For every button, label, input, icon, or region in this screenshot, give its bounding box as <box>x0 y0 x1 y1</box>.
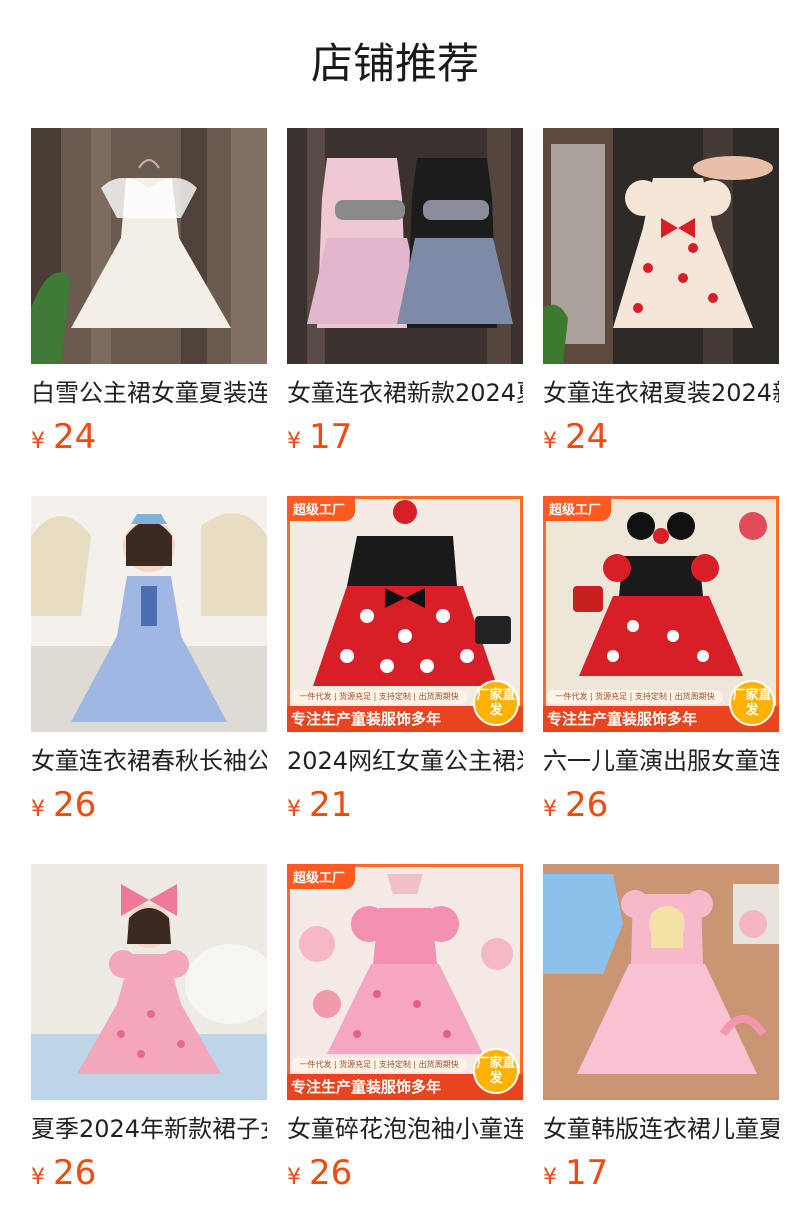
product-name[interactable]: 女童韩版连衣裙儿童夏装 <box>543 1113 779 1145</box>
super-factory-badge: 超级工厂 <box>287 864 356 889</box>
product-image[interactable]: 超级工厂 一件代发 | 货源充足 | 支持定制 | 出货周期快 专注生产童装服饰… <box>287 496 523 732</box>
product-image[interactable] <box>31 128 267 364</box>
factory-direct-badge: 厂家直发 <box>473 680 519 726</box>
product-price: ¥17 <box>543 1153 609 1193</box>
product-price: ¥24 <box>543 417 609 457</box>
factory-direct-badge: 厂家直发 <box>729 680 775 726</box>
product-name[interactable]: 女童碎花泡泡袖小童连衣裙 <box>287 1113 523 1145</box>
section-title: 店铺推荐 <box>310 39 479 88</box>
product-image[interactable] <box>543 128 779 364</box>
product-name[interactable]: 六一儿童演出服女童连衣裙 <box>543 745 779 777</box>
promo-subtitle: 一件代发 | 货源充足 | 支持定制 | 出货周期快 <box>291 1058 467 1072</box>
product-card[interactable]: 女童连衣裙新款2024夏季 ¥17 <box>287 128 523 463</box>
super-factory-badge: 超级工厂 <box>543 496 612 521</box>
promo-subtitle: 一件代发 | 货源充足 | 支持定制 | 出货周期快 <box>547 690 723 704</box>
product-card[interactable]: 女童连衣裙春秋长袖公主裙 ¥26 <box>31 496 267 831</box>
product-image[interactable] <box>543 864 779 1100</box>
product-price: ¥17 <box>287 417 353 457</box>
promo-subtitle: 一件代发 | 货源充足 | 支持定制 | 出货周期快 <box>291 690 467 704</box>
product-name[interactable]: 女童连衣裙春秋长袖公主裙 <box>31 745 267 777</box>
product-card[interactable]: 超级工厂 一件代发 | 货源充足 | 支持定制 | 出货周期快 专注生产童装服饰… <box>287 496 523 831</box>
product-name[interactable]: 白雪公主裙女童夏装连衣裙 <box>31 377 267 409</box>
product-price: ¥26 <box>31 1153 97 1193</box>
product-card[interactable]: 超级工厂 一件代发 | 货源充足 | 支持定制 | 出货周期快 专注生产童装服饰… <box>543 496 779 831</box>
product-image[interactable]: 超级工厂 一件代发 | 货源充足 | 支持定制 | 出货周期快 专注生产童装服饰… <box>543 496 779 732</box>
product-card[interactable]: 白雪公主裙女童夏装连衣裙 ¥24 <box>31 128 267 463</box>
product-price: ¥21 <box>287 785 353 825</box>
product-price: ¥24 <box>31 417 97 457</box>
product-image[interactable]: 超级工厂 一件代发 | 货源充足 | 支持定制 | 出货周期快 专注生产童装服饰… <box>287 864 523 1100</box>
product-price: ¥26 <box>287 1153 353 1193</box>
product-name[interactable]: 女童连衣裙新款2024夏季 <box>287 377 523 409</box>
product-price: ¥26 <box>31 785 97 825</box>
product-card[interactable]: 超级工厂 一件代发 | 货源充足 | 支持定制 | 出货周期快 专注生产童装服饰… <box>287 864 523 1199</box>
product-name[interactable]: 2024网红女童公主裙米妮 <box>287 745 523 777</box>
super-factory-badge: 超级工厂 <box>287 496 356 521</box>
product-image[interactable] <box>287 128 523 364</box>
product-name[interactable]: 女童连衣裙夏装2024新款 <box>543 377 779 409</box>
product-card[interactable]: 夏季2024年新款裙子女童 ¥26 <box>31 864 267 1199</box>
product-name[interactable]: 夏季2024年新款裙子女童 <box>31 1113 267 1145</box>
product-price: ¥26 <box>543 785 609 825</box>
product-card[interactable]: 女童连衣裙夏装2024新款 ¥24 <box>543 128 779 463</box>
product-card[interactable]: 女童韩版连衣裙儿童夏装 ¥17 <box>543 864 779 1199</box>
product-image[interactable] <box>31 864 267 1100</box>
product-image[interactable] <box>31 496 267 732</box>
factory-direct-badge: 厂家直发 <box>473 1048 519 1094</box>
